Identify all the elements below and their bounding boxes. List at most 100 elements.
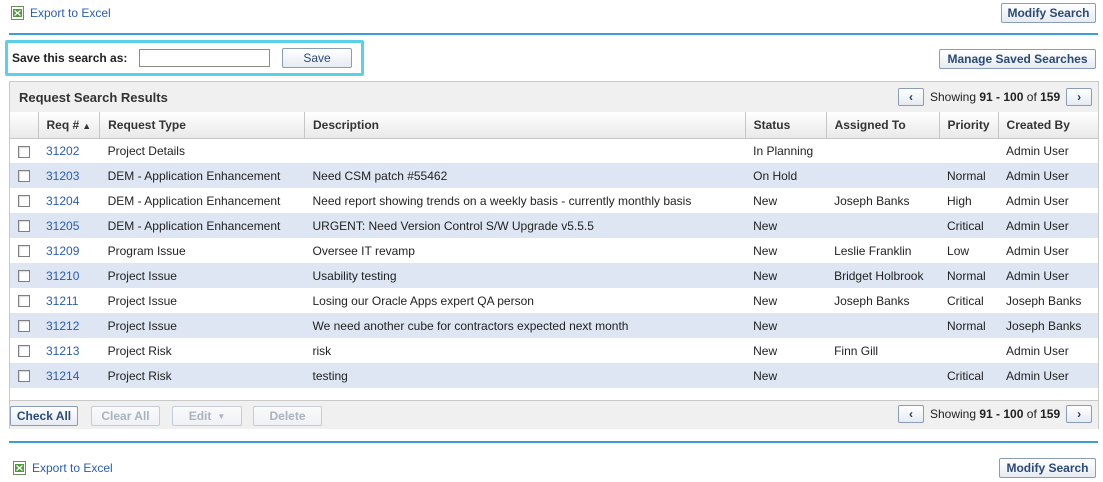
req-number-link[interactable]: 31209 xyxy=(46,244,79,258)
row-checkbox[interactable] xyxy=(18,220,30,233)
chevron-down-icon: ▼ xyxy=(217,411,226,421)
priority-cell: Low xyxy=(947,243,970,258)
row-select-cell xyxy=(10,188,38,213)
column-header-created-by[interactable]: Created By xyxy=(998,112,1098,139)
description-cell: testing xyxy=(304,363,746,388)
column-header-assigned-to[interactable]: Assigned To xyxy=(826,112,940,139)
prev-page-button[interactable]: ‹ xyxy=(898,88,924,106)
assigned-to-cell: Joseph Banks xyxy=(834,293,910,308)
req-number-link[interactable]: 31205 xyxy=(46,219,79,233)
column-header-request-type[interactable]: Request Type xyxy=(99,112,305,139)
status-cell: On Hold xyxy=(745,163,827,188)
next-page-button[interactable]: › xyxy=(1066,405,1093,423)
table-row: 31204 DEM - Application Enhancement Need r… xyxy=(10,188,1098,213)
results-panel-footer: Check All Clear All Edit ▼ Delete ‹ Show… xyxy=(10,400,1098,429)
save-search-label: Save this search as: xyxy=(12,51,128,65)
assigned-to-cell: Leslie Franklin xyxy=(834,243,912,258)
priority-cell xyxy=(939,138,998,163)
row-checkbox[interactable] xyxy=(18,170,30,183)
req-number-link[interactable]: 31203 xyxy=(46,169,79,183)
req-number-cell: 31204 xyxy=(38,188,100,213)
row-checkbox[interactable] xyxy=(18,345,30,358)
created-by-cell: Admin User xyxy=(998,263,1098,288)
assigned-to-cell: Bridget Holbrook xyxy=(826,263,940,288)
row-select-cell xyxy=(10,163,38,188)
results-panel-header: Request Search Results ‹ Showing 91 - 10… xyxy=(10,82,1098,112)
created-by-cell: Admin User xyxy=(1006,343,1069,358)
column-header-priority[interactable]: Priority xyxy=(939,112,999,139)
assigned-to-cell xyxy=(826,163,940,188)
row-checkbox[interactable] xyxy=(18,245,30,258)
save-button[interactable]: Save xyxy=(282,48,352,68)
table-row: 31214 Project Risk testing New Critical Admin… xyxy=(10,363,1098,388)
created-by-cell: Admin User xyxy=(998,213,1098,238)
row-checkbox[interactable] xyxy=(18,270,30,283)
pager-bottom: ‹ Showing 91 - 100 of 159 › xyxy=(898,405,1093,423)
results-panel: Request Search Results ‹ Showing 91 - 10… xyxy=(9,81,1099,429)
sort-asc-icon: ▲ xyxy=(82,120,92,131)
edit-menu-button[interactable]: Edit ▼ xyxy=(172,406,242,426)
pager-range: 91 - 100 xyxy=(979,90,1024,104)
status-cell: New xyxy=(753,293,778,308)
save-search-input[interactable] xyxy=(139,49,270,67)
table-row: 31209 Program Issue Oversee IT revamp New Le… xyxy=(10,238,1098,263)
priority-cell xyxy=(939,338,998,363)
req-number-cell: 31211 xyxy=(38,288,100,313)
req-number-link[interactable]: 31214 xyxy=(46,369,79,383)
select-column-header xyxy=(10,112,39,139)
modify-search-button-bottom[interactable]: Modify Search xyxy=(999,458,1096,478)
priority-cell: Normal xyxy=(939,313,999,338)
pager-range: 91 - 100 xyxy=(979,407,1024,421)
req-number-link[interactable]: 31212 xyxy=(46,319,79,333)
req-number-cell: 31203 xyxy=(38,163,100,188)
column-header-status[interactable]: Status xyxy=(745,112,827,139)
req-number-link[interactable]: 31213 xyxy=(46,344,79,358)
row-checkbox[interactable] xyxy=(18,145,30,158)
excel-icon xyxy=(13,461,26,475)
request-type-cell: Project Issue xyxy=(107,293,177,308)
description-cell: Need report showing trends on a weekly b… xyxy=(312,193,692,208)
next-page-button[interactable]: › xyxy=(1066,88,1093,106)
req-number-link[interactable]: 31211 xyxy=(46,294,78,308)
row-checkbox[interactable] xyxy=(18,295,30,308)
request-type-cell: DEM - Application Enhancement xyxy=(99,163,305,188)
priority-cell: Critical xyxy=(947,293,984,308)
clear-all-button[interactable]: Clear All xyxy=(91,406,160,426)
req-number-cell: 31209 xyxy=(38,238,100,263)
row-checkbox[interactable] xyxy=(18,195,30,208)
column-header-req[interactable]: Req # ▲ xyxy=(38,112,101,139)
request-type-cell: DEM - Application Enhancement xyxy=(107,193,281,208)
modify-search-button-top[interactable]: Modify Search xyxy=(1001,3,1096,23)
pager-top: ‹ Showing 91 - 100 of 159 › xyxy=(898,88,1093,106)
pager-prefix: Showing xyxy=(930,90,977,104)
req-number-link[interactable]: 31202 xyxy=(46,144,79,158)
row-select-cell xyxy=(10,138,38,163)
table-row: 31202 Project Details In Planning Admin Use… xyxy=(10,138,1098,163)
export-excel-link-bottom[interactable]: Export to Excel xyxy=(13,461,113,475)
row-checkbox[interactable] xyxy=(18,370,30,383)
req-number-cell: 31202 xyxy=(38,138,100,163)
req-number-cell: 31213 xyxy=(38,338,100,363)
description-cell: Oversee IT revamp xyxy=(312,243,415,258)
row-select-cell xyxy=(10,338,38,363)
delete-button[interactable]: Delete xyxy=(253,406,322,426)
check-all-button[interactable]: Check All xyxy=(10,406,78,426)
pager-text: Showing 91 - 100 of 159 xyxy=(930,90,1060,104)
pager-text: Showing 91 - 100 of 159 xyxy=(930,407,1060,421)
created-by-cell: Admin User xyxy=(1006,193,1069,208)
priority-cell: Normal xyxy=(939,263,999,288)
description-cell: We need another cube for contractors exp… xyxy=(304,313,746,338)
assigned-to-cell xyxy=(826,213,940,238)
status-cell: New xyxy=(745,263,827,288)
request-type-cell: DEM - Application Enhancement xyxy=(99,213,305,238)
column-header-description[interactable]: Description xyxy=(304,112,746,139)
export-excel-link-top[interactable]: Export to Excel xyxy=(11,6,111,20)
status-cell: New xyxy=(753,193,778,208)
req-number-link[interactable]: 31210 xyxy=(46,269,79,283)
row-checkbox[interactable] xyxy=(18,320,30,333)
priority-cell: Critical xyxy=(939,213,999,238)
results-title: Request Search Results xyxy=(19,90,168,105)
req-number-link[interactable]: 31204 xyxy=(46,194,79,208)
manage-saved-searches-button[interactable]: Manage Saved Searches xyxy=(939,49,1096,69)
prev-page-button[interactable]: ‹ xyxy=(898,405,924,423)
